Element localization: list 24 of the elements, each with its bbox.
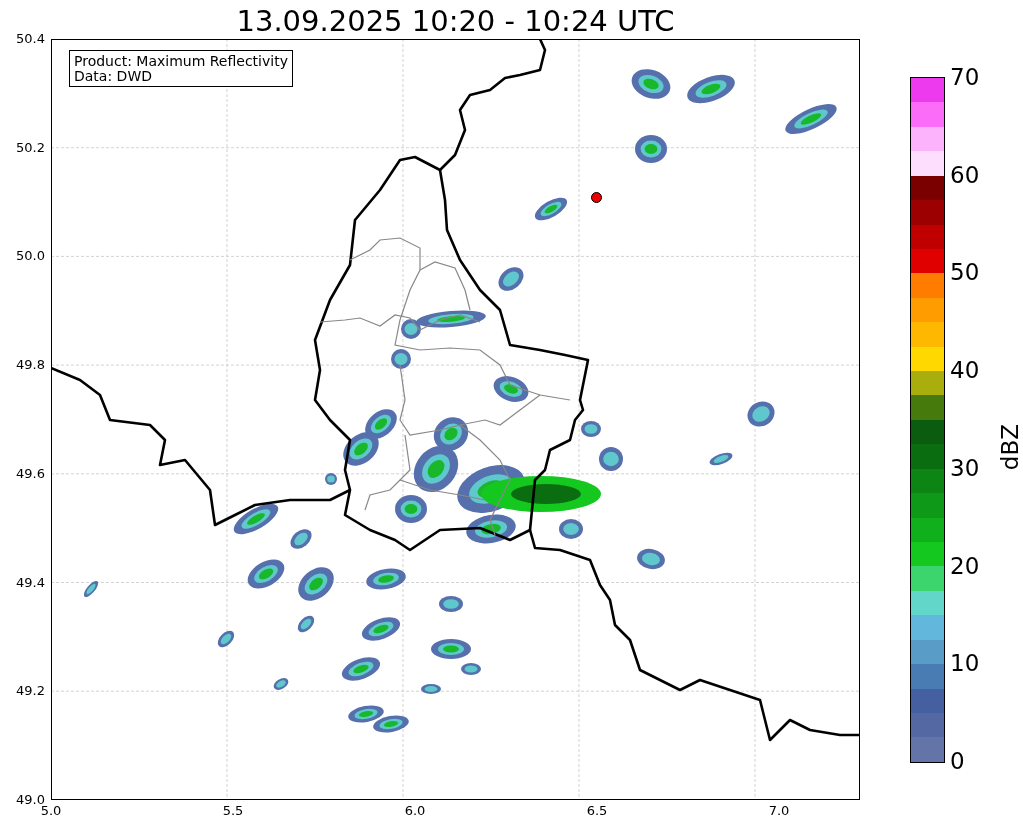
colorbar-tick-label: 0 [950,752,966,769]
colorbar-tick-label: 50 [950,264,980,281]
axis-tick-label: 49.8 [16,358,45,373]
colorbar-tick-label: 60 [950,166,980,183]
legend-text: Data: DWD [74,69,153,84]
location-marker [591,192,602,203]
legend-text: Product: Maximum Reflectivity [74,54,288,69]
colorbar-tick-label: 40 [950,362,980,379]
axis-tick-label: 49.2 [16,684,45,699]
axis-tick-label: 7.0 [767,803,791,818]
colorbar-tick-label: 30 [950,459,980,476]
colorbar-tick-label: 20 [950,557,980,574]
axis-tick-label: 5.5 [221,803,245,818]
axis-tick-label: 49.4 [16,575,45,590]
colorbar-tick-label: 10 [950,655,980,672]
colorbar-tick-label: 70 [950,69,980,85]
axis-tick-label: 50.2 [16,140,45,155]
axis-tick-label: 6.5 [585,803,609,818]
colorbar-label: dBZ [997,424,1023,471]
axis-tick-label: 6.0 [403,803,427,818]
axis-tick-label: 50.4 [16,32,45,46]
axis-tick-label: 49.6 [16,466,45,481]
axis-tick-label: 50.0 [16,249,45,264]
chart-title: 13.09.2025 10:20 - 10:24 UTC [235,3,676,39]
